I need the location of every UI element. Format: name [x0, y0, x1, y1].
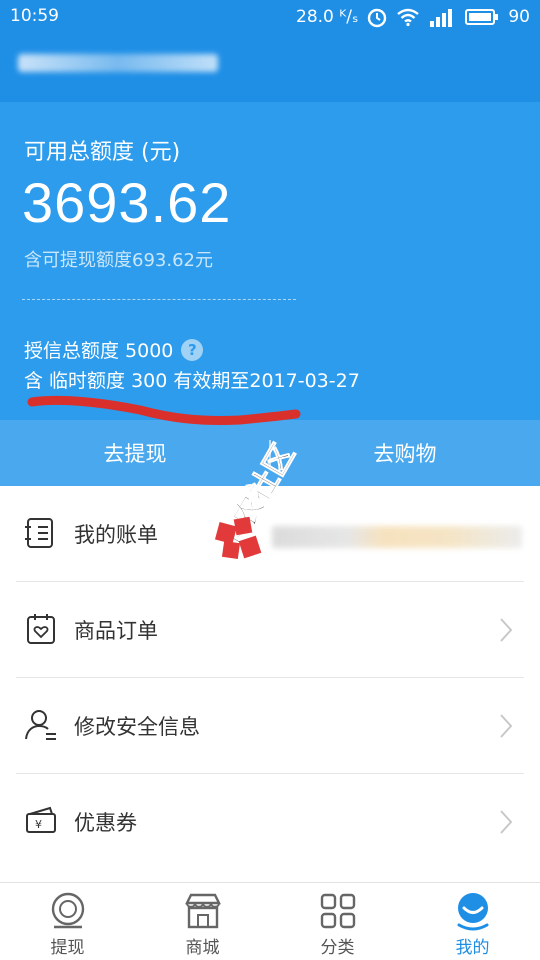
- withdrawable-note: 含可提现额度693.62元: [24, 250, 213, 271]
- bottom-nav: 提现 商城 分类 我的: [0, 882, 540, 960]
- user-security-icon: [25, 710, 56, 740]
- total-credit-line: 授信总额度 5000 ?: [24, 336, 204, 363]
- net-speed: 28.0 ᴷ/ₛ: [296, 7, 359, 27]
- total-credit-text: 授信总额度 5000: [24, 340, 174, 362]
- temporary-credit-line: 含 临时额度 300 有效期至2017-03-27: [24, 370, 360, 392]
- menu-item-label: 优惠券: [74, 811, 137, 835]
- menu-item-bill[interactable]: 我的账单: [16, 486, 524, 582]
- profile-icon: [457, 893, 488, 931]
- help-icon[interactable]: ?: [181, 338, 204, 361]
- menu-list: 我的账单 商品订单 修改安全信息 ¥ 优惠券: [0, 486, 540, 870]
- available-credit-amount: 3693.62: [22, 171, 232, 234]
- menu-item-label: 修改安全信息: [74, 714, 200, 739]
- redacted-title: [18, 54, 218, 72]
- nav-tab-category[interactable]: 分类: [270, 883, 405, 960]
- redacted-bill-info: [272, 526, 522, 548]
- svg-text:¥: ¥: [35, 818, 42, 831]
- app-header: [0, 34, 540, 102]
- status-right: 28.0 ᴷ/ₛ 90: [296, 6, 530, 28]
- chevron-right-icon: [500, 618, 513, 642]
- coupon-icon: ¥: [26, 806, 56, 833]
- action-bar: 去提现 去购物: [0, 420, 540, 486]
- menu-item-label: 商品订单: [74, 618, 158, 643]
- store-icon: [184, 893, 221, 929]
- nav-tab-label: 提现: [50, 938, 85, 958]
- status-time: 10:59: [10, 6, 59, 26]
- menu-item-coupons[interactable]: ¥ 优惠券: [16, 774, 524, 870]
- nav-tab-store[interactable]: 商城: [135, 883, 270, 960]
- category-icon: [320, 893, 355, 929]
- wifi-icon: [397, 8, 420, 27]
- menu-item-orders[interactable]: 商品订单: [16, 582, 524, 678]
- action-separator: [269, 440, 271, 466]
- nav-tab-withdraw[interactable]: 提现: [0, 883, 135, 960]
- withdraw-icon: [51, 892, 84, 929]
- withdraw-button[interactable]: 去提现: [0, 420, 270, 486]
- chevron-right-icon: [500, 810, 513, 834]
- available-credit-label: 可用总额度 (元): [24, 140, 181, 165]
- nav-tab-label: 我的: [455, 938, 490, 958]
- alarm-icon: [368, 8, 387, 28]
- shop-button[interactable]: 去购物: [270, 420, 540, 486]
- nav-tab-label: 商城: [185, 938, 220, 958]
- nav-tab-label: 分类: [320, 938, 355, 958]
- battery-icon: [465, 9, 499, 25]
- bill-icon: [25, 518, 53, 548]
- order-icon: [27, 614, 55, 644]
- signal-icon: [430, 9, 453, 27]
- nav-tab-profile[interactable]: 我的: [405, 883, 540, 960]
- chevron-right-icon: [500, 714, 513, 738]
- status-bar: 10:59 28.0 ᴷ/ₛ 90: [0, 0, 540, 34]
- battery-level: 90: [508, 7, 530, 27]
- dashed-divider: [22, 299, 296, 300]
- menu-item-security[interactable]: 修改安全信息: [16, 678, 524, 774]
- menu-item-label: 我的账单: [74, 522, 158, 547]
- credit-panel: 可用总额度 (元) 3693.62 含可提现额度693.62元 授信总额度 50…: [0, 102, 540, 420]
